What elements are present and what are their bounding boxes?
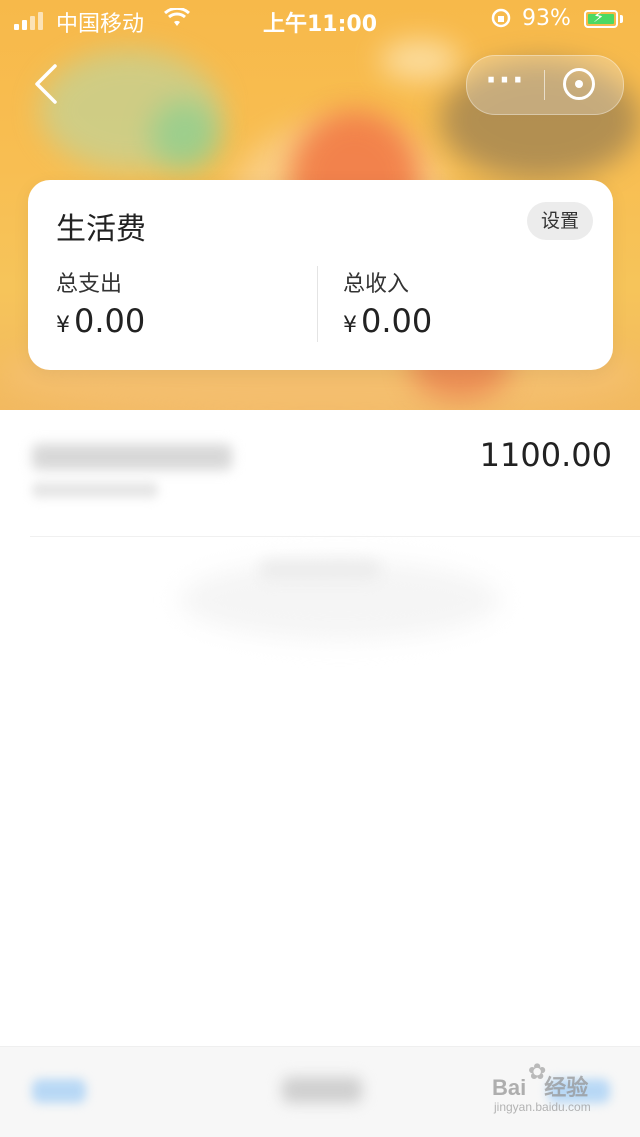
settings-button[interactable]: 设置 — [527, 202, 593, 240]
expense-amount: 0.00 — [74, 302, 146, 340]
battery-tip — [620, 15, 623, 23]
currency-symbol: ¥ — [56, 313, 70, 338]
expense-value: ¥0.00 — [56, 302, 145, 340]
bottom-center-label-blurred — [282, 1077, 362, 1103]
transaction-row[interactable]: 1100.00 — [0, 410, 640, 536]
charging-bolt-icon: ⚡ — [593, 7, 605, 26]
watermark-suffix: 经验 — [544, 1075, 589, 1100]
income-amount: 0.00 — [361, 302, 433, 340]
watermark-url: jingyan.baidu.com — [494, 1100, 591, 1114]
list-end-hint-blurred — [260, 560, 380, 580]
stat-divider — [317, 266, 318, 342]
decor-blob — [150, 100, 220, 170]
transaction-date-blurred — [32, 482, 158, 498]
currency-symbol: ¥ — [343, 313, 357, 338]
battery-percent: 93% — [522, 6, 571, 31]
ledger-title: 生活费 — [56, 212, 146, 247]
bottom-left-button-blurred[interactable] — [32, 1079, 86, 1103]
chevron-left-icon — [35, 64, 57, 104]
summary-card: 生活费 设置 总支出 ¥0.00 总收入 ¥0.00 — [28, 180, 613, 370]
miniprogram-close-icon[interactable] — [563, 68, 595, 100]
back-button[interactable] — [26, 62, 66, 106]
income-label: 总收入 — [343, 272, 410, 297]
watermark-brand: Bai — [492, 1075, 527, 1100]
capsule-divider — [544, 70, 545, 100]
more-button[interactable]: ··· — [467, 56, 544, 114]
income-value: ¥0.00 — [343, 302, 432, 340]
miniprogram-capsule: ··· — [466, 55, 624, 115]
orientation-lock-icon — [490, 7, 512, 34]
decor-blob — [380, 40, 460, 80]
transaction-amount: 1100.00 — [479, 436, 612, 474]
expense-label: 总支出 — [56, 272, 123, 297]
transaction-title-blurred — [32, 444, 232, 470]
more-dots-icon: ··· — [485, 63, 526, 98]
status-bar: 中国移动 上午11:00 93% ⚡ — [0, 0, 640, 40]
row-divider — [30, 536, 640, 537]
paw-icon: ✿ — [528, 1060, 547, 1085]
